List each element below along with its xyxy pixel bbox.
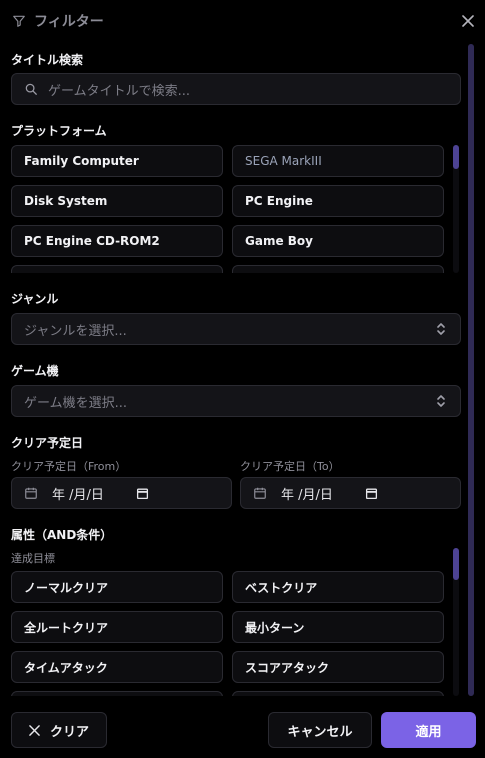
- platform-list[interactable]: Family Computer SEGA MarkIII Disk System…: [11, 145, 447, 273]
- platform-label: プラットフォーム: [11, 124, 107, 138]
- search-icon: [25, 83, 37, 95]
- date-from-value[interactable]: 年 /月/日: [52, 484, 104, 503]
- clear-date-to-input[interactable]: 年 /月/日: [240, 477, 461, 509]
- platform-item-family-computer[interactable]: Family Computer: [11, 145, 223, 177]
- chevron-up-down-icon: [437, 323, 445, 335]
- platform-scroll-thumb[interactable]: [453, 145, 459, 169]
- filter-icon: [12, 14, 26, 28]
- cancel-button[interactable]: キャンセル: [268, 712, 372, 748]
- clear-button-label: クリア: [49, 724, 89, 740]
- attribute-item-min-turn[interactable]: 最小ターン: [232, 611, 444, 643]
- title-search-field[interactable]: ゲームタイトルで検索...: [11, 73, 461, 105]
- console-select[interactable]: ゲーム機を選択...: [11, 385, 461, 417]
- apply-button[interactable]: 適用: [381, 712, 476, 748]
- date-to-value[interactable]: 年 /月/日: [281, 484, 333, 503]
- dialog-header: フィルター: [12, 11, 104, 31]
- calendar-picker-icon[interactable]: [365, 487, 378, 500]
- genre-placeholder: ジャンルを選択...: [24, 323, 127, 339]
- platform-item-disk-system[interactable]: Disk System: [11, 185, 223, 217]
- close-icon: [29, 724, 40, 736]
- attributes-sub-label: 達成目標: [11, 552, 55, 565]
- platform-item-pc-engine-cd-rom2[interactable]: PC Engine CD-ROM2: [11, 225, 223, 257]
- platform-item-pc-engine[interactable]: PC Engine: [232, 185, 444, 217]
- attributes-scroll-thumb[interactable]: [453, 548, 459, 580]
- dialog-title: フィルター: [34, 14, 104, 30]
- attribute-item-normal-clear[interactable]: ノーマルクリア: [11, 571, 223, 603]
- calendar-icon: [25, 487, 37, 499]
- attributes-label: 属性（AND条件）: [11, 528, 113, 542]
- platform-item-partial[interactable]: [11, 265, 223, 273]
- cancel-button-label: キャンセル: [287, 724, 353, 740]
- clear-button[interactable]: クリア: [11, 712, 107, 748]
- clear-date-from-input[interactable]: 年 /月/日: [11, 477, 232, 509]
- platform-item-game-boy[interactable]: Game Boy: [232, 225, 444, 257]
- apply-button-label: 適用: [415, 724, 442, 740]
- attribute-item-score-attack[interactable]: スコアアタック: [232, 651, 444, 683]
- attribute-item-time-attack[interactable]: タイムアタック: [11, 651, 223, 683]
- calendar-icon: [254, 487, 266, 499]
- platform-item-partial[interactable]: [232, 265, 444, 273]
- attribute-item-all-route-clear[interactable]: 全ルートクリア: [11, 611, 223, 643]
- attributes-list[interactable]: ノーマルクリア ベストクリア 全ルートクリア 最小ターン タイムアタック スコア…: [11, 571, 447, 696]
- dialog-scroll-thumb[interactable]: [468, 44, 474, 696]
- search-input[interactable]: ゲームタイトルで検索...: [48, 80, 190, 99]
- title-search-label: タイトル検索: [11, 53, 84, 67]
- close-button[interactable]: [460, 13, 476, 29]
- chevron-up-down-icon: [437, 395, 445, 407]
- clear-date-label: クリア予定日: [11, 436, 84, 450]
- close-icon: [462, 15, 474, 27]
- genre-select[interactable]: ジャンルを選択...: [11, 313, 461, 345]
- platform-item-sega-markiii[interactable]: SEGA MarkIII: [232, 145, 444, 177]
- console-label: ゲーム機: [11, 364, 59, 378]
- clear-date-to-label: クリア予定日（To）: [240, 460, 340, 473]
- console-placeholder: ゲーム機を選択...: [24, 395, 128, 411]
- attribute-item-best-clear[interactable]: ベストクリア: [232, 571, 444, 603]
- genre-label: ジャンル: [11, 292, 59, 306]
- calendar-picker-icon[interactable]: [136, 487, 149, 500]
- clear-date-from-label: クリア予定日（From）: [11, 460, 127, 473]
